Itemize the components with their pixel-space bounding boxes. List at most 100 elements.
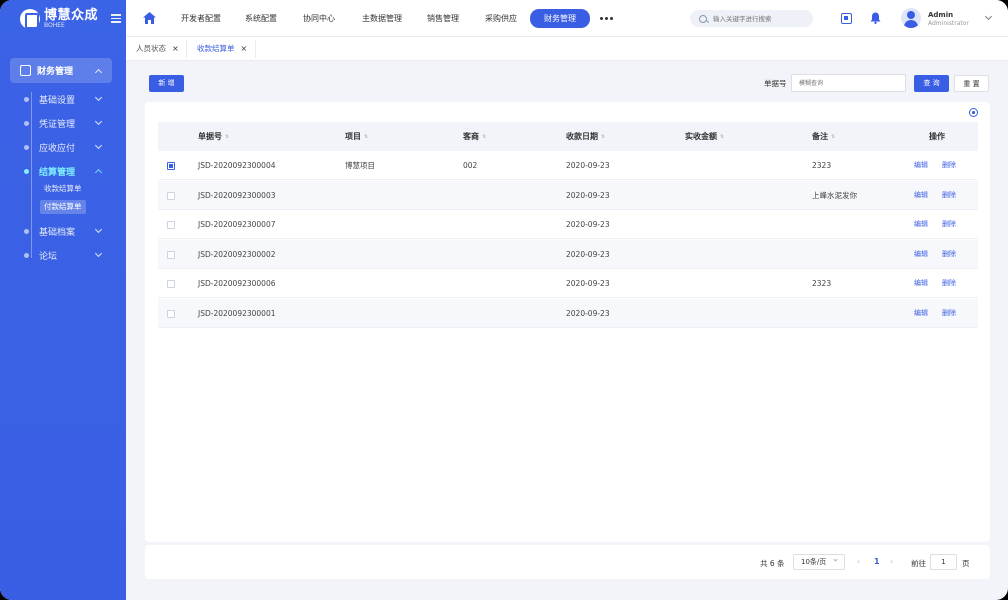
edit-button[interactable]: 编辑 [914, 240, 928, 269]
column-settings-icon[interactable] [969, 108, 978, 117]
page-suffix: 页 [962, 559, 970, 568]
sidebar: 博慧众成 BOHEE 财务管理 基础设置 凭证管理 应收应付 结算管理 收款结算… [0, 0, 126, 600]
col-header-actions: 操作 [929, 132, 945, 141]
search-input[interactable] [713, 14, 803, 23]
table-row[interactable]: JSD-2020092300003 2020-09-23 上峰水泥发你 编辑 删除 [158, 180, 978, 210]
sidebar-item-archive[interactable]: 基础档案 [24, 224, 75, 238]
more-icon[interactable] [600, 17, 613, 20]
brand-logo[interactable]: 博慧众成 BOHEE [20, 9, 98, 29]
next-page-button[interactable]: › [890, 557, 893, 566]
tabs-bar: 人员状态 × 收款结算单 × [126, 37, 1008, 61]
sidebar-item-label: 凭证管理 [39, 119, 76, 130]
bullet-icon [24, 228, 29, 234]
sidebar-menu-finance[interactable]: 财务管理 [10, 58, 112, 83]
delete-button[interactable]: 删除 [942, 210, 956, 239]
col-header-amount[interactable]: 实收金额 ⇅ [685, 122, 724, 151]
col-header-doc-no[interactable]: 单据号 ⇅ [198, 122, 229, 151]
global-search[interactable] [690, 10, 813, 27]
doc-no-input[interactable] [791, 74, 906, 92]
table-row[interactable]: JSD-2020092300001 2020-09-23 编辑 删除 [158, 298, 978, 328]
cell-doc-no: JSD-2020092300003 [198, 190, 276, 200]
search-icon [699, 14, 707, 23]
table-row[interactable]: JSD-2020092300007 2020-09-23 编辑 删除 [158, 210, 978, 239]
delete-button[interactable]: 删除 [942, 240, 956, 269]
edit-button[interactable]: 编辑 [914, 181, 928, 210]
row-checkbox[interactable] [167, 191, 175, 200]
brand-en: BOHEE [44, 22, 65, 29]
delete-button[interactable]: 删除 [942, 299, 956, 328]
menu-collapse-icon[interactable] [111, 14, 121, 23]
nav-item-finance[interactable]: 财务管理 [530, 9, 590, 28]
sort-icon: ⇅ [720, 133, 725, 140]
row-checkbox[interactable] [167, 309, 175, 318]
page-size-select[interactable]: 10条/页 [793, 554, 845, 570]
col-header-remark[interactable]: 备注 ⇅ [812, 122, 835, 151]
sidebar-leaf-payment[interactable]: 付款结算单 [40, 200, 86, 214]
delete-button[interactable]: 删除 [942, 151, 956, 180]
sidebar-item-forum[interactable]: 论坛 [24, 248, 57, 262]
goto-page-input[interactable]: 1 [930, 554, 957, 570]
chevron-down-icon [94, 93, 103, 102]
bell-icon[interactable] [870, 12, 881, 24]
home-icon[interactable] [143, 12, 156, 24]
cell-doc-no: JSD-2020092300002 [198, 249, 276, 259]
delete-button[interactable]: 删除 [942, 269, 956, 298]
page-number[interactable]: 1 [874, 557, 880, 566]
prev-page-button[interactable]: ‹ [857, 557, 860, 566]
cell-date: 2020-09-23 [566, 279, 610, 288]
bullet-icon [24, 252, 29, 258]
add-button[interactable]: 新 增 [149, 75, 184, 92]
fullscreen-icon[interactable] [841, 13, 852, 24]
edit-button[interactable]: 编辑 [914, 151, 928, 180]
reset-button[interactable]: 重 置 [954, 75, 989, 92]
nav-item-collab[interactable]: 协同中心 [303, 11, 335, 27]
avatar[interactable] [901, 8, 921, 28]
close-icon[interactable]: × [241, 44, 248, 53]
row-checkbox[interactable] [167, 280, 175, 288]
cell-date: 2020-09-23 [566, 161, 610, 170]
chevron-down-icon[interactable] [984, 12, 993, 21]
chevron-down-icon [94, 141, 103, 150]
row-checkbox[interactable] [167, 221, 175, 229]
query-button[interactable]: 查 询 [914, 75, 949, 92]
sidebar-item-voucher[interactable]: 凭证管理 [24, 116, 75, 130]
app-window: 博慧众成 BOHEE 财务管理 基础设置 凭证管理 应收应付 结算管理 收款结算… [0, 0, 1008, 600]
close-icon[interactable]: × [172, 44, 179, 53]
sidebar-item-label: 应收应付 [39, 143, 76, 154]
chevron-down-icon [833, 557, 838, 562]
edit-button[interactable]: 编辑 [914, 269, 928, 298]
sidebar-item-label: 结算管理 [39, 167, 76, 178]
table-row[interactable]: JSD-2020092300004 博慧项目 002 2020-09-23 2323 编辑… [158, 151, 978, 180]
sort-icon: ⇅ [364, 133, 369, 140]
sort-icon: ⇅ [225, 133, 230, 140]
row-checkbox[interactable] [167, 250, 175, 259]
nav-item-sales[interactable]: 销售管理 [427, 11, 459, 27]
pagination: 共 6 条 10条/页 ‹ 1 › 前往 1 页 [145, 545, 990, 579]
table-row[interactable]: JSD-2020092300002 2020-09-23 编辑 删除 [158, 239, 978, 269]
finance-icon [20, 65, 31, 76]
col-header-date[interactable]: 收款日期 ⇅ [566, 122, 605, 151]
col-header-project[interactable]: 项目 ⇅ [345, 122, 368, 151]
total-count: 共 6 条 [760, 559, 785, 568]
sidebar-item-settlement[interactable]: 结算管理 [24, 164, 75, 178]
sidebar-item-receivable[interactable]: 应收应付 [24, 140, 75, 154]
edit-button[interactable]: 编辑 [914, 210, 928, 239]
sidebar-leaf-receipt[interactable]: 收款结算单 [40, 182, 86, 196]
tab-personnel-status[interactable]: 人员状态 × [126, 37, 179, 61]
nav-item-developer[interactable]: 开发者配置 [181, 11, 221, 27]
cell-date: 2020-09-23 [566, 220, 610, 229]
nav-item-system[interactable]: 系统配置 [245, 11, 277, 27]
col-header-partner[interactable]: 客商 ⇅ [463, 122, 486, 151]
bullet-icon [24, 168, 29, 174]
table-row[interactable]: JSD-2020092300006 2020-09-23 2323 编辑 删除 [158, 269, 978, 298]
edit-button[interactable]: 编辑 [914, 299, 928, 328]
nav-item-purchase[interactable]: 采购供应 [485, 11, 517, 27]
bullet-icon [24, 96, 29, 102]
delete-button[interactable]: 删除 [942, 181, 956, 210]
sidebar-item-basic-settings[interactable]: 基础设置 [24, 92, 75, 106]
nav-item-master-data[interactable]: 主数据管理 [362, 11, 402, 27]
row-checkbox[interactable] [167, 162, 175, 170]
sidebar-menu-label: 财务管理 [37, 67, 74, 77]
tab-label: 收款结算单 [197, 44, 235, 53]
tab-receipt-settlement[interactable]: 收款结算单 × [187, 37, 247, 61]
